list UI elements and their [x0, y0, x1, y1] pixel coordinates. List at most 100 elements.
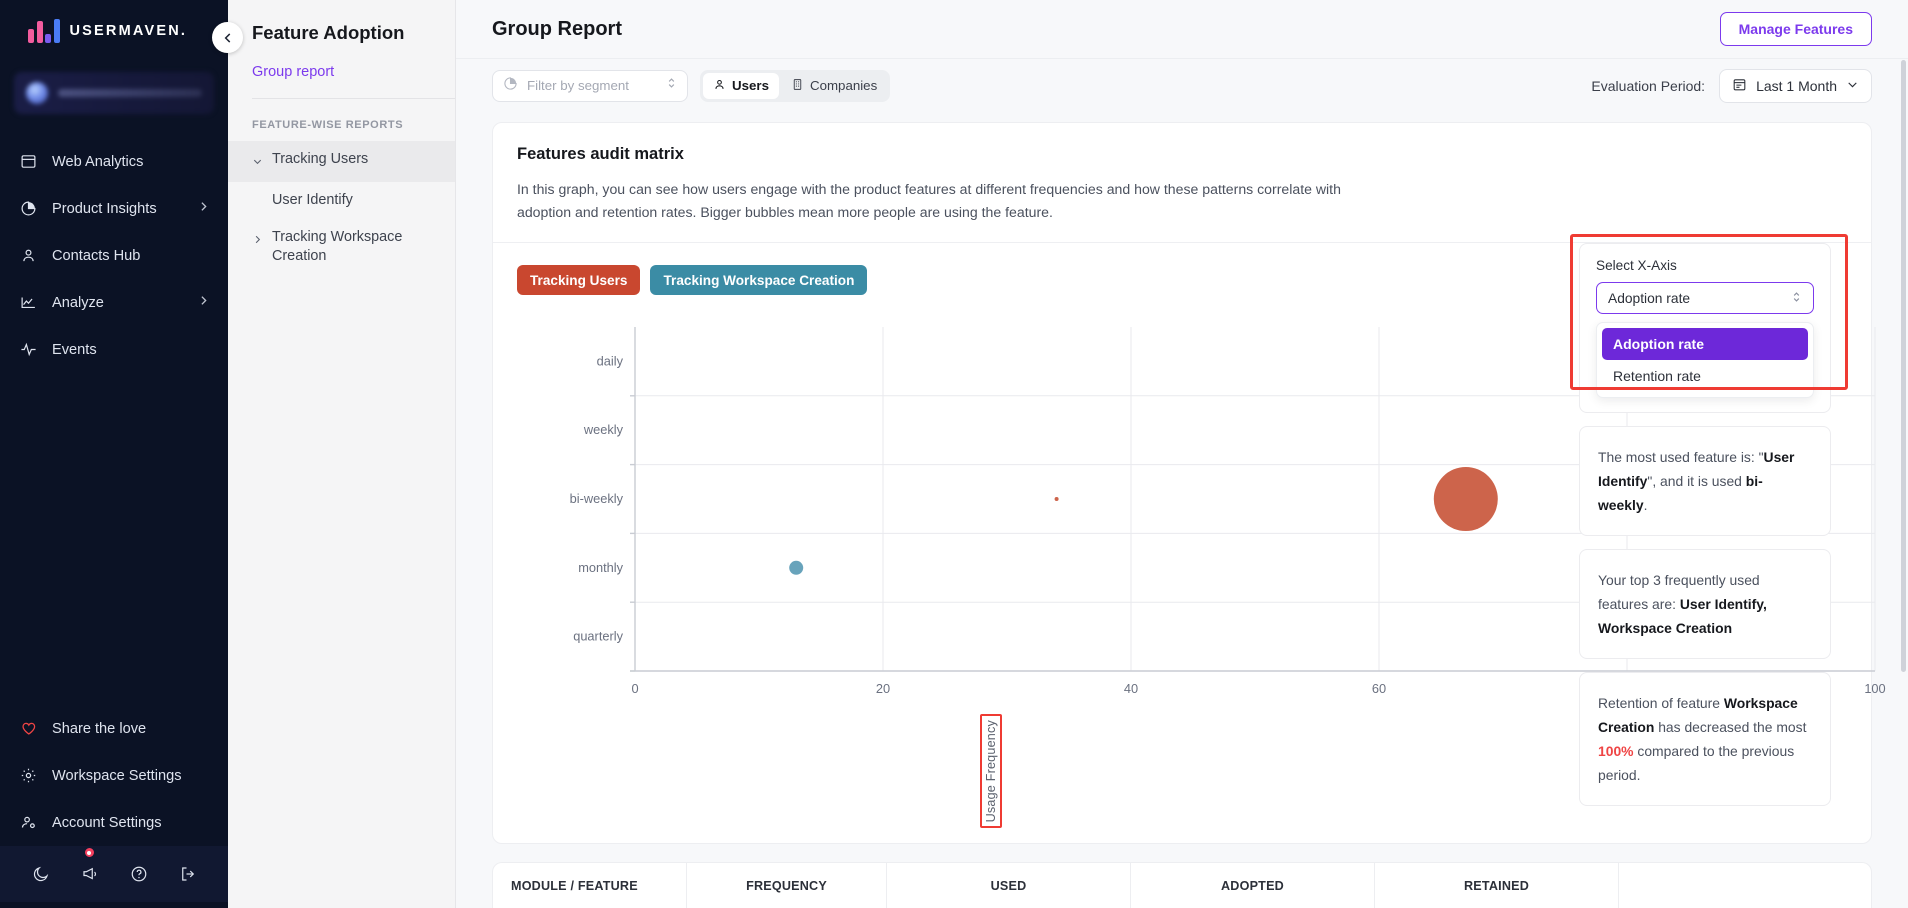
pie-chart-icon: [503, 76, 518, 96]
user-icon: [18, 247, 38, 264]
subnav-item-label: Tracking Users: [272, 150, 368, 169]
x-axis-select[interactable]: Adoption rate: [1596, 282, 1814, 314]
chevron-updown-icon: [1791, 290, 1802, 307]
insights-rail: Select X-Axis Adoption rate Adoption rat…: [1579, 243, 1831, 806]
app-root: USERMAVEN. Web Analytics: [0, 0, 1908, 908]
chart-bubble[interactable]: [789, 561, 803, 575]
brand-name: USERMAVEN.: [70, 23, 188, 39]
workspace-name: [58, 89, 202, 97]
sidebar-item-events[interactable]: Events: [0, 326, 228, 373]
window-icon: [18, 153, 38, 170]
x-tick-label: 20: [876, 681, 890, 696]
building-icon: [791, 78, 804, 94]
sidebar-item-web-analytics[interactable]: Web Analytics: [0, 138, 228, 185]
legend-pill-tracking-workspace-creation[interactable]: Tracking Workspace Creation: [650, 265, 867, 295]
y-axis-title-annotation: Usage Frequency: [980, 714, 1002, 828]
pie-chart-icon: [18, 200, 38, 217]
x-tick-label: 40: [1124, 681, 1138, 696]
sidebar-item-label: Web Analytics: [52, 154, 210, 170]
chevron-down-icon: [1846, 78, 1859, 94]
y-tick-label: quarterly: [573, 629, 623, 644]
calendar-icon: [1732, 77, 1747, 95]
select-x-axis-label: Select X-Axis: [1596, 258, 1814, 273]
sidebar-item-account-settings[interactable]: Account Settings: [0, 799, 228, 846]
entity-toggle-users-label: Users: [732, 78, 769, 93]
x-axis-option-label: Adoption rate: [1613, 336, 1704, 352]
entity-toggle-companies-label: Companies: [810, 78, 877, 93]
sidebar-item-share-the-love[interactable]: Share the love: [0, 705, 228, 752]
y-axis-title: Usage Frequency: [984, 720, 998, 822]
pulse-icon: [18, 341, 38, 358]
x-axis-option-label: Retention rate: [1613, 368, 1701, 384]
segment-filter-placeholder: Filter by segment: [527, 78, 657, 93]
subnav-group-report-link[interactable]: Group report: [228, 50, 455, 94]
x-axis-option-adoption-rate[interactable]: Adoption rate: [1602, 328, 1808, 360]
insight-card-top-features: Your top 3 frequently used features are:…: [1579, 549, 1831, 659]
insight-text-fragment: 100%: [1598, 743, 1634, 759]
insight-text-fragment: has decreased the most: [1654, 719, 1806, 735]
table-column-header: RETAINED: [1375, 863, 1619, 908]
x-tick-label: 60: [1372, 681, 1386, 696]
y-tick-label: weekly: [583, 422, 624, 437]
subnav-item-tracking-users[interactable]: Tracking Users: [228, 141, 455, 182]
user-gear-icon: [18, 814, 38, 831]
y-tick-label: bi-weekly: [570, 491, 624, 506]
sidebar-item-label: Analyze: [52, 295, 183, 311]
segment-filter-select[interactable]: Filter by segment: [492, 70, 688, 102]
chevron-updown-icon: [666, 76, 677, 95]
sidebar-bottom-nav: Share the love Workspace Settings Acc: [0, 705, 228, 908]
usermaven-logo-icon: [28, 19, 60, 43]
chart-bubble[interactable]: [1434, 467, 1498, 531]
chart-data-points: [789, 467, 1498, 575]
heart-icon: [18, 720, 38, 738]
sidebar-item-label: Product Insights: [52, 201, 183, 217]
sidebar-item-workspace-settings[interactable]: Workspace Settings: [0, 752, 228, 799]
manage-features-button[interactable]: Manage Features: [1720, 12, 1872, 46]
x-tick-label: 0: [631, 681, 638, 696]
workspace-switcher[interactable]: [14, 72, 214, 114]
subnav-item-user-identify[interactable]: User Identify: [228, 182, 455, 219]
main-scrollbar[interactable]: [1901, 60, 1906, 672]
chart-bubble[interactable]: [1055, 497, 1059, 501]
features-audit-card: Features audit matrix In this graph, you…: [492, 122, 1872, 844]
evaluation-period-select[interactable]: Last 1 Month: [1719, 69, 1872, 103]
help-circle-icon[interactable]: [130, 865, 148, 883]
entity-type-toggle: Users Companies: [700, 70, 890, 102]
subnav-item-tracking-workspace-creation[interactable]: Tracking Workspace Creation: [228, 219, 455, 275]
insight-text-fragment: The most used feature is: ": [1598, 449, 1764, 465]
page-title: Group Report: [492, 18, 622, 41]
user-icon: [713, 78, 726, 94]
entity-toggle-companies[interactable]: Companies: [781, 73, 887, 99]
x-axis-select-value: Adoption rate: [1608, 291, 1791, 306]
insight-card-retention-drop: Retention of feature Workspace Creation …: [1579, 672, 1831, 806]
chevron-right-icon: [197, 200, 210, 217]
x-axis-dropdown-menu: Adoption rate Retention rate: [1596, 322, 1814, 398]
gear-icon: [18, 767, 38, 784]
entity-toggle-users[interactable]: Users: [703, 73, 779, 99]
secondary-sidebar: Feature Adoption Group report FEATURE-WI…: [228, 0, 456, 908]
sidebar-item-product-insights[interactable]: Product Insights: [0, 185, 228, 232]
sidebar-utility-bar: [0, 846, 228, 902]
y-tick-label: monthly: [578, 560, 623, 575]
sidebar-item-analyze[interactable]: Analyze: [0, 279, 228, 326]
moon-icon[interactable]: [32, 865, 50, 883]
x-tick-label: 100: [1864, 681, 1885, 696]
brand-logo[interactable]: USERMAVEN.: [0, 0, 228, 62]
notification-badge: [83, 846, 96, 859]
collapse-sidebar-button[interactable]: [212, 22, 243, 53]
sidebar-item-contacts-hub[interactable]: Contacts Hub: [0, 232, 228, 279]
y-tick-label: daily: [597, 353, 624, 368]
subnav-item-label: User Identify: [272, 191, 353, 210]
features-table-header: MODULE / FEATURE FREQUENCY USED ADOPTED …: [492, 862, 1872, 908]
x-axis-option-retention-rate[interactable]: Retention rate: [1602, 360, 1808, 392]
legend-pill-tracking-users[interactable]: Tracking Users: [517, 265, 640, 295]
toolbar-right-group: Evaluation Period: Last 1 Month: [1591, 69, 1872, 103]
evaluation-period-value: Last 1 Month: [1756, 78, 1837, 94]
legend-pill-label: Tracking Users: [530, 273, 627, 288]
card-title: Features audit matrix: [517, 145, 1847, 164]
megaphone-icon[interactable]: [81, 865, 99, 883]
insight-text-fragment: ", and it is used: [1647, 473, 1745, 489]
subnav-title: Feature Adoption: [228, 16, 455, 50]
logout-icon[interactable]: [179, 865, 197, 883]
sidebar-item-label: Contacts Hub: [52, 248, 210, 264]
